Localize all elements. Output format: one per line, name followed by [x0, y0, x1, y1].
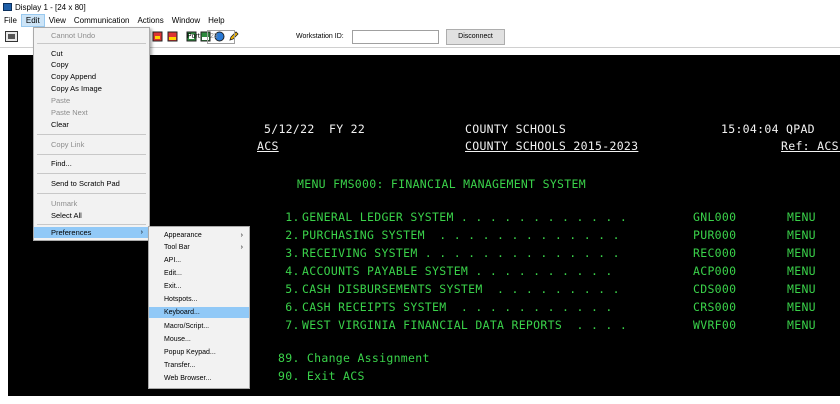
submenu-item-edit[interactable]: Edit...: [149, 268, 249, 279]
window-title: Display 1 - [24 x 80]: [15, 2, 86, 12]
submenu-item-popup-keypad[interactable]: Popup Keypad...: [149, 347, 249, 358]
option-code: GNL000: [693, 210, 737, 224]
option-code: CDS000: [693, 282, 737, 296]
preferences-submenu: Appearance › Tool Bar › API... Edit... E…: [148, 226, 250, 389]
option-code: REC000: [693, 246, 737, 260]
header-org: COUNTY SCHOOLS: [465, 122, 567, 136]
menu-item-label: Tool Bar: [164, 244, 190, 251]
header-time: 15:04:04 QPAD: [721, 122, 815, 136]
menu-window[interactable]: Window: [168, 14, 204, 27]
menu-view[interactable]: View: [45, 14, 70, 27]
chevron-right-icon: ›: [240, 232, 243, 239]
menu-separator: [37, 193, 146, 194]
ref-label: Ref: ACS.: [781, 139, 840, 153]
menu-item-clear[interactable]: Clear: [34, 119, 149, 130]
option-code: WVRF00: [693, 318, 737, 332]
option-type: MENU: [787, 228, 816, 242]
edit-menu: Cannot Undo Cut Copy Copy Append Copy As…: [33, 27, 150, 241]
option-text[interactable]: GENERAL LEDGER SYSTEM . . . . . . . . . …: [302, 210, 627, 224]
menu-separator: [37, 224, 146, 225]
submenu-item-hotspots[interactable]: Hotspots...: [149, 294, 249, 305]
option-code: CRS000: [693, 300, 737, 314]
menu-separator: [37, 43, 146, 44]
menu-item-copy-append[interactable]: Copy Append: [34, 71, 149, 82]
option-type: MENU: [787, 264, 816, 278]
option-text[interactable]: ACCOUNTS PAYABLE SYSTEM . . . . . . . . …: [302, 264, 613, 278]
menu-item-paste: Paste: [51, 96, 71, 105]
option-code: ACP000: [693, 264, 737, 278]
exit-option[interactable]: 90. Exit ACS: [278, 369, 365, 383]
org-title: COUNTY SCHOOLS 2015-2023: [465, 139, 639, 153]
submenu-item-web-browser[interactable]: Web Browser...: [149, 373, 249, 384]
menu-item-send-to-scratch-pad[interactable]: Send to Scratch Pad: [34, 178, 149, 189]
option-num: 3.: [278, 246, 300, 260]
menu-separator: [37, 134, 146, 135]
option-text[interactable]: RECEIVING SYSTEM . . . . . . . . . . . .…: [302, 246, 620, 260]
option-num: 1.: [278, 210, 300, 224]
option-text[interactable]: PURCHASING SYSTEM . . . . . . . . . . . …: [302, 228, 620, 242]
menu-item-find[interactable]: Find...: [34, 158, 149, 169]
menu-item-cut[interactable]: Cut: [34, 48, 149, 59]
menu-item-label: Appearance: [164, 232, 202, 239]
menu-help[interactable]: Help: [204, 14, 228, 27]
submenu-item-exit[interactable]: Exit...: [149, 281, 249, 292]
submenu-item-keyboard[interactable]: Keyboard...: [149, 307, 249, 318]
option-type: MENU: [787, 246, 816, 260]
option-type: MENU: [787, 210, 816, 224]
menu-item-select-all[interactable]: Select All: [34, 210, 149, 221]
option-num: 5.: [278, 282, 300, 296]
menu-edit[interactable]: Edit: [20, 14, 45, 27]
header-date: 5/12/22 FY 22: [264, 122, 366, 136]
menu-communication[interactable]: Communication: [70, 14, 134, 27]
tool-a-icon[interactable]: [152, 31, 163, 42]
option-code: PUR000: [693, 228, 737, 242]
menu-item-label: Preferences: [51, 228, 92, 237]
submenu-item-api[interactable]: API...: [149, 255, 249, 266]
port-label: Port:: [187, 33, 202, 40]
tool-b-icon[interactable]: [167, 31, 178, 42]
submenu-item-appearance[interactable]: Appearance ›: [149, 230, 249, 241]
workstation-label: Workstation ID:: [296, 33, 344, 40]
menu-item-paste-next: Paste Next: [51, 108, 88, 117]
option-type: MENU: [787, 300, 816, 314]
chevron-right-icon: ›: [140, 229, 143, 236]
option-num: 4.: [278, 264, 300, 278]
display-icon[interactable]: [5, 31, 18, 42]
option-type: MENU: [787, 282, 816, 296]
menu-item-copy-link: Copy Link: [51, 140, 85, 149]
option-text[interactable]: CASH DISBURSEMENTS SYSTEM . . . . . . . …: [302, 282, 620, 296]
system-code: ACS: [257, 139, 279, 153]
change-assignment-option[interactable]: 89. Change Assignment: [278, 351, 430, 365]
menu-item-copy[interactable]: Copy: [34, 59, 149, 70]
menu-title: MENU FMS000: FINANCIAL MANAGEMENT SYSTEM: [297, 177, 586, 191]
app-icon: [3, 3, 12, 11]
menu-bar: File Edit View Communication Actions Win…: [0, 14, 840, 27]
option-text[interactable]: CASH RECEIPTS SYSTEM . . . . . . . . . .…: [302, 300, 613, 314]
option-num: 7.: [278, 318, 300, 332]
option-text[interactable]: WEST VIRGINIA FINANCIAL DATA REPORTS . .…: [302, 318, 627, 332]
submenu-item-transfer[interactable]: Transfer...: [149, 360, 249, 371]
port-input[interactable]: 23: [207, 30, 235, 44]
menu-actions[interactable]: Actions: [133, 14, 167, 27]
submenu-item-mouse[interactable]: Mouse...: [149, 334, 249, 345]
menu-item-unmark: Unmark: [51, 199, 78, 208]
option-num: 6.: [278, 300, 300, 314]
chevron-right-icon: ›: [240, 244, 243, 251]
disconnect-button[interactable]: Disconnect: [446, 29, 505, 45]
submenu-item-macro-script[interactable]: Macro/Script...: [149, 321, 249, 332]
option-type: MENU: [787, 318, 816, 332]
menu-item-preferences[interactable]: Preferences ›: [34, 227, 149, 238]
menu-separator: [37, 154, 146, 155]
option-num: 2.: [278, 228, 300, 242]
menu-item-cannot-undo: Cannot Undo: [51, 31, 96, 40]
title-bar: Display 1 - [24 x 80]: [0, 0, 840, 14]
menu-file[interactable]: File: [0, 14, 21, 27]
menu-item-copy-as-image[interactable]: Copy As Image: [34, 83, 149, 94]
submenu-item-tool-bar[interactable]: Tool Bar ›: [149, 242, 249, 253]
menu-separator: [37, 173, 146, 174]
workstation-input[interactable]: [352, 30, 439, 44]
